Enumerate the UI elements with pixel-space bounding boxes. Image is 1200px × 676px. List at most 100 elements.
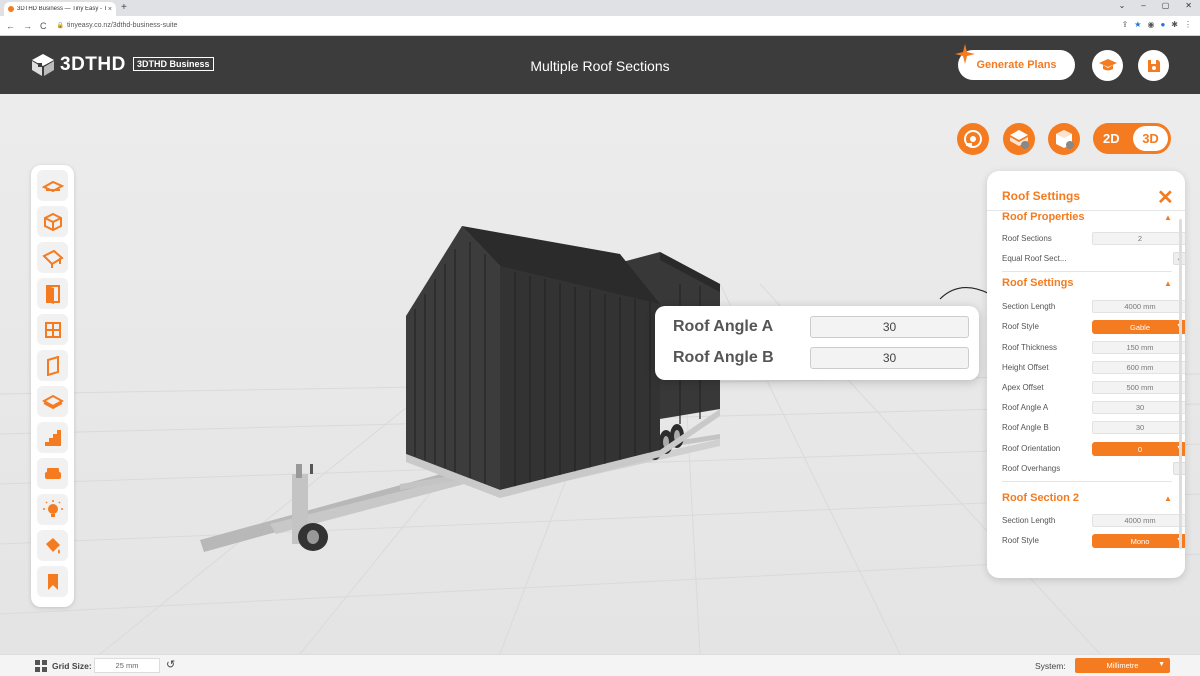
tool-lighting[interactable]: [37, 494, 68, 525]
box-icon: [43, 212, 62, 231]
tool-roof[interactable]: [37, 242, 68, 273]
extension-icon[interactable]: ●: [1160, 20, 1165, 29]
height-offset-input[interactable]: 600 mm: [1092, 361, 1185, 374]
save-button[interactable]: [1138, 50, 1169, 81]
field-label: Roof Angle B: [1002, 423, 1049, 432]
left-toolbar: [31, 165, 74, 607]
light-icon: [42, 499, 63, 517]
roof-style-select[interactable]: Gable ▼: [1092, 320, 1185, 334]
share-icon[interactable]: ⇪: [1122, 20, 1129, 29]
panel-scrollbar[interactable]: [1179, 219, 1182, 549]
divider: [1002, 271, 1172, 272]
tool-furniture[interactable]: [37, 458, 68, 489]
maximize-icon[interactable]: ▢: [1162, 1, 1170, 10]
door-icon: [45, 284, 60, 304]
roof-angle-a-input[interactable]: 30: [1092, 401, 1185, 414]
new-tab-button[interactable]: +: [121, 2, 127, 13]
select-value: Mono: [1130, 536, 1150, 546]
generate-plans-button[interactable]: Generate Plans: [958, 50, 1075, 80]
minimize-icon[interactable]: –: [1141, 1, 1145, 10]
callout-label: Roof Angle B: [673, 349, 774, 366]
browser-extensions: ⇪ ★ ◉ ● ✱ ⋮: [1122, 20, 1192, 29]
url-field[interactable]: 🔒 tinyeasy.co.nz/3dthd-business-suite: [57, 22, 178, 29]
divider: [1002, 481, 1172, 482]
section-roof-section-2[interactable]: Roof Section 2: [1002, 492, 1079, 504]
generate-plans-label: Generate Plans: [976, 59, 1057, 71]
layer-view-button[interactable]: [1003, 123, 1035, 155]
field-label: Roof Sections: [1002, 234, 1052, 243]
tool-window[interactable]: [37, 314, 68, 345]
url-text: tinyeasy.co.nz/3dthd-business-suite: [66, 22, 178, 29]
tool-wall-panel[interactable]: [37, 350, 68, 381]
field-label: Equal Roof Sect...: [1002, 254, 1067, 263]
camera-view-button[interactable]: [957, 123, 989, 155]
view-mode-toggle[interactable]: 2D 3D: [1093, 123, 1171, 154]
app-header: 3DTHD 3DTHD Business Multiple Roof Secti…: [0, 36, 1200, 94]
collapse-icon[interactable]: ▲: [1164, 494, 1172, 503]
field-label: Roof Thickness: [1002, 343, 1057, 352]
collapse-icon[interactable]: ▲: [1164, 213, 1172, 222]
tab-search-icon[interactable]: ⌄: [1119, 1, 1126, 10]
field-label: Height Offset: [1002, 363, 1049, 372]
collapse-icon[interactable]: ▲: [1164, 279, 1172, 288]
callout-value[interactable]: 30: [810, 316, 969, 338]
field-label: Section Length: [1002, 302, 1056, 311]
tool-bookmark[interactable]: [37, 566, 68, 597]
section-roof-settings[interactable]: Roof Settings: [1002, 277, 1074, 289]
section-2-roof-style-select[interactable]: Mono ▼: [1092, 534, 1185, 548]
row-roof-orientation: Roof Orientation 0 ▼: [1002, 442, 1185, 456]
browser-tab[interactable]: 3DTHD Business — Tiny Easy - T ×: [4, 2, 116, 16]
roof-settings-panel: Roof Settings ✕ Roof Properties ▲ Roof S…: [987, 171, 1185, 578]
sofa-icon: [44, 467, 61, 479]
unit-system-select[interactable]: Millimetre ▼: [1075, 658, 1170, 673]
roof-angle-callout: Roof Angle A 30 Roof Angle B 30: [655, 306, 979, 380]
tool-floor[interactable]: [37, 386, 68, 417]
apex-offset-input[interactable]: 500 mm: [1092, 381, 1185, 394]
tab-close-icon[interactable]: ×: [108, 6, 112, 13]
tool-box[interactable]: [37, 206, 68, 237]
tool-floor-plan[interactable]: [37, 170, 68, 201]
section-length-input[interactable]: 4000 mm: [1092, 300, 1185, 313]
window-controls: ⌄ – ▢ ✕: [1119, 1, 1192, 10]
reload-icon[interactable]: C: [40, 21, 47, 31]
roof-orientation-select[interactable]: 0 ▼: [1092, 442, 1185, 456]
section-2-length-input[interactable]: 4000 mm: [1092, 514, 1185, 527]
roof-angle-b-input[interactable]: 30: [1092, 421, 1185, 434]
wall-view-button[interactable]: [1048, 123, 1080, 155]
close-icon[interactable]: ✕: [1157, 185, 1174, 210]
roof-thickness-input[interactable]: 150 mm: [1092, 341, 1185, 354]
grid-size-input[interactable]: 25 mm: [94, 658, 160, 673]
callout-row-angle-a: Roof Angle A 30: [673, 316, 969, 338]
row-apex-offset: Apex Offset 500 mm: [1002, 381, 1185, 395]
reset-icon[interactable]: ↺: [166, 658, 175, 671]
row-roof-angle-a: Roof Angle A 30: [1002, 401, 1185, 415]
menu-dots-icon[interactable]: ⋮: [1184, 20, 1192, 29]
row-section-2-length: Section Length 4000 mm: [1002, 514, 1185, 528]
window-icon: [44, 321, 61, 338]
camera-ext-icon[interactable]: ◉: [1147, 20, 1154, 29]
tool-door[interactable]: [37, 278, 68, 309]
field-label: Roof Angle A: [1002, 403, 1049, 412]
row-section-2-roof-style: Roof Style Mono ▼: [1002, 534, 1185, 548]
callout-value[interactable]: 30: [810, 347, 969, 369]
graduation-cap-icon: [1098, 58, 1117, 70]
forward-icon[interactable]: →: [23, 21, 32, 31]
tutorial-button[interactable]: [1092, 50, 1123, 81]
callout-label: Roof Angle A: [673, 318, 774, 335]
back-icon[interactable]: ←: [6, 21, 15, 31]
row-roof-thickness: Roof Thickness 150 mm: [1002, 341, 1185, 355]
sparkle-icon: [955, 44, 975, 64]
close-window-icon[interactable]: ✕: [1185, 1, 1192, 10]
puzzle-icon[interactable]: ✱: [1171, 20, 1178, 29]
mode-2d-button[interactable]: 2D: [1103, 131, 1120, 146]
star-icon[interactable]: ★: [1134, 20, 1141, 29]
mode-3d-button[interactable]: 3D: [1133, 126, 1168, 151]
tool-stairs[interactable]: [37, 422, 68, 453]
tool-paint[interactable]: [37, 530, 68, 561]
section-roof-properties[interactable]: Roof Properties: [1002, 211, 1085, 223]
row-roof-overhangs: Roof Overhangs: [1002, 462, 1185, 476]
roof-sections-input[interactable]: 2: [1092, 232, 1185, 245]
stairs-icon: [44, 429, 61, 446]
grid-icon: [35, 660, 47, 672]
floor-plan-icon: [41, 180, 64, 192]
